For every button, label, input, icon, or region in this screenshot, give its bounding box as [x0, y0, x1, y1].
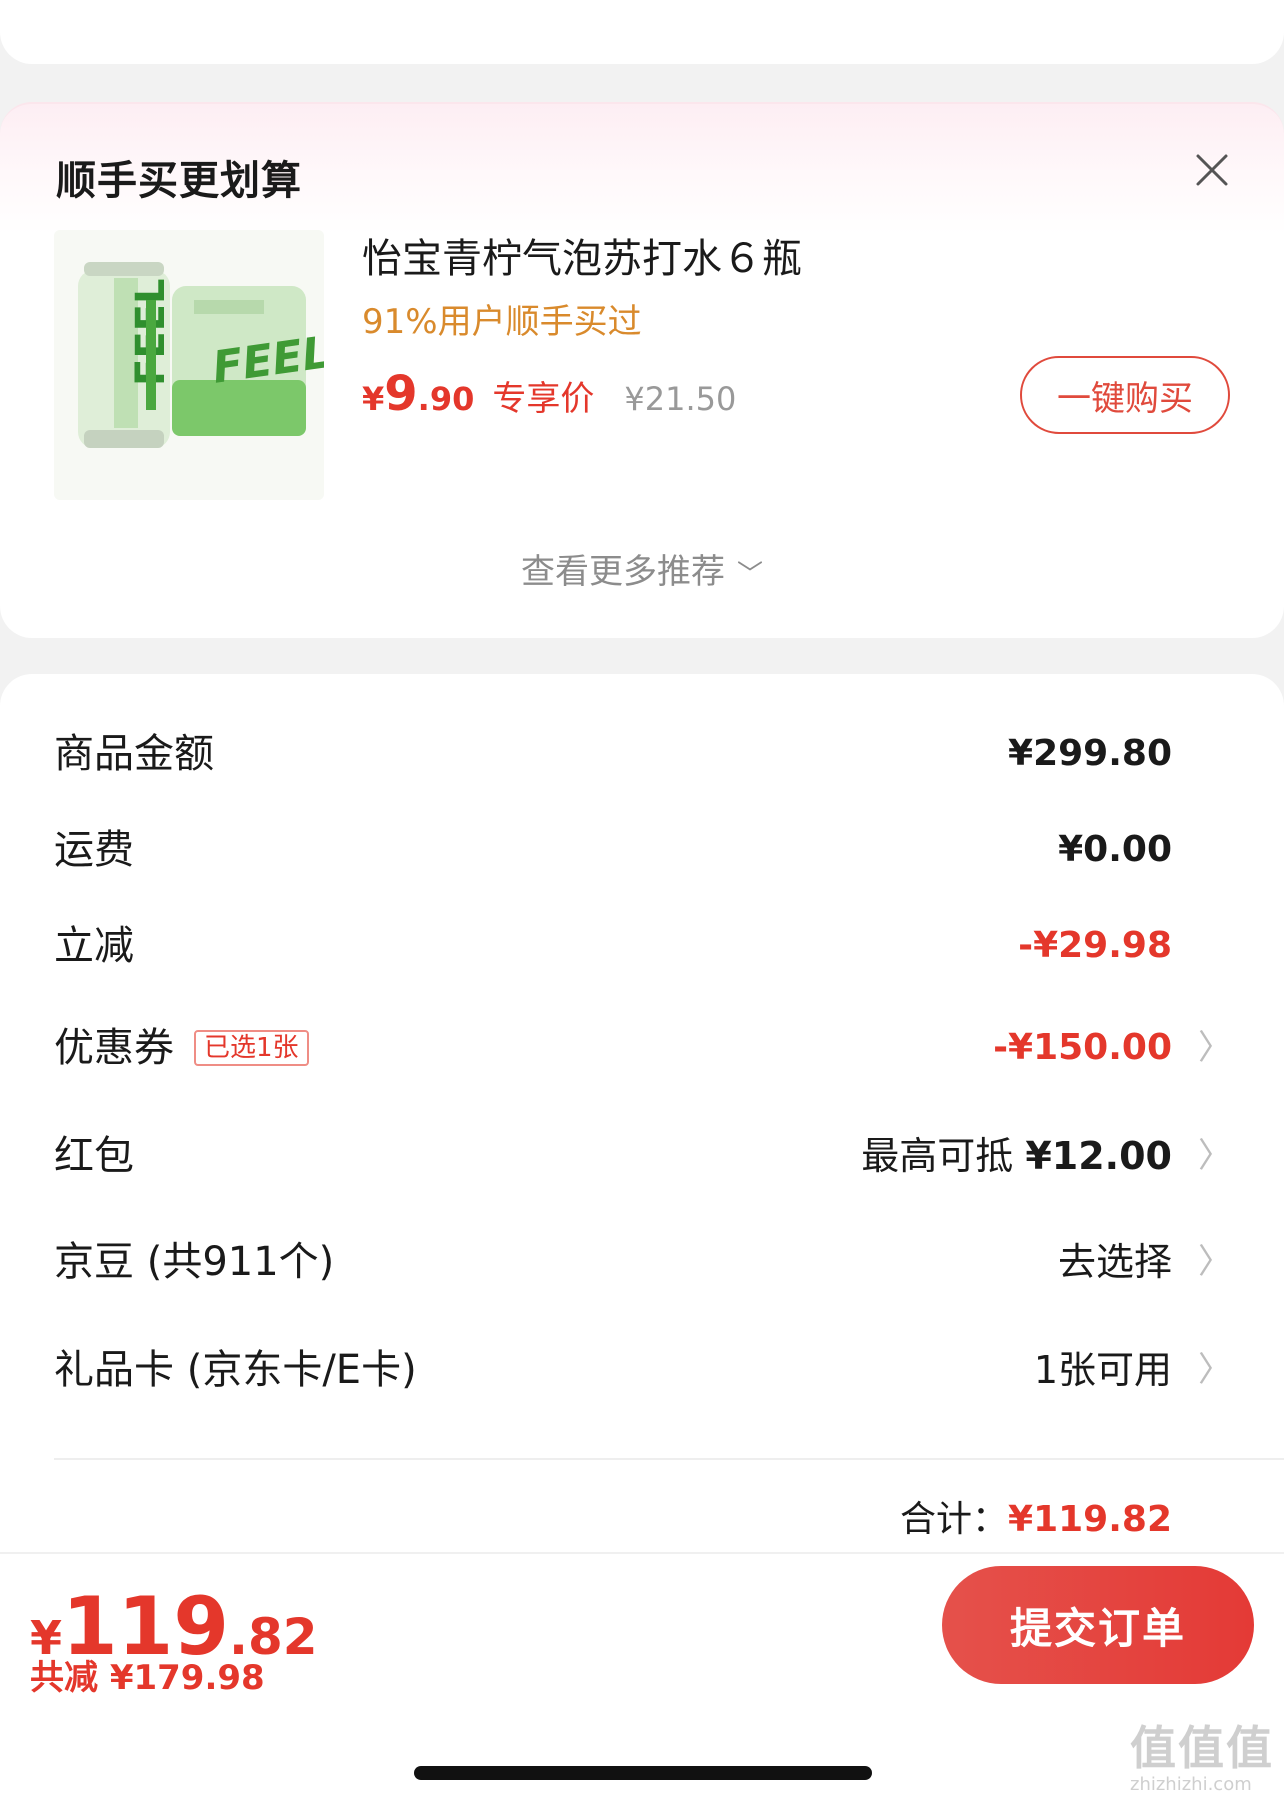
chevron-right-icon: 〉 — [1198, 1242, 1232, 1282]
watermark-logo: 值值值 — [1130, 1721, 1274, 1775]
watermark-url: zhizhizhi.com — [1130, 1774, 1252, 1795]
home-indicator[interactable] — [414, 1766, 872, 1780]
product-image[interactable]: FEEL FEEL — [54, 230, 324, 500]
row-value: ¥299.80 — [1008, 733, 1172, 774]
row-value: -¥29.98 — [1018, 925, 1172, 966]
more-recommendations-label: 查看更多推荐 — [520, 552, 725, 592]
close-icon[interactable] — [1190, 148, 1234, 192]
summary-row-shipping: 运费 ¥0.00 — [0, 810, 1284, 890]
summary-row-coupon[interactable]: 优惠券 已选1张 -¥150.00 〉 — [0, 1008, 1284, 1088]
submit-order-button[interactable]: 提交订单 — [942, 1566, 1254, 1684]
coupon-selected-badge: 已选1张 — [194, 1030, 309, 1066]
price-decimal: .90 — [417, 380, 475, 418]
summary-row-goods-amount: 商品金额 ¥299.80 — [0, 714, 1284, 794]
one-click-buy-button[interactable]: 一键购买 — [1020, 356, 1230, 434]
row-value: 去选择 — [1057, 1240, 1172, 1284]
more-recommendations-link[interactable]: 查看更多推荐 ﹀ — [0, 544, 1284, 593]
price-integer: 9 — [384, 366, 418, 422]
chevron-right-icon: 〉 — [1198, 1028, 1232, 1068]
row-label: 立减 — [54, 923, 134, 969]
divider — [54, 1458, 1284, 1460]
row-label: 红包 — [54, 1133, 134, 1179]
watermark: 值值值 zhizhizhi.com — [1130, 1722, 1280, 1802]
chevron-down-icon: ﹀ — [736, 560, 763, 590]
row-label: 京豆 (共911个) — [54, 1239, 335, 1285]
summary-row-red-packet[interactable]: 红包 最高可抵 ¥12.00 〉 — [0, 1116, 1284, 1196]
total-value: ¥119.82 — [1008, 1499, 1172, 1540]
product-popularity: 91%用户顺手买过 — [362, 302, 642, 342]
row-value: 1张可用 — [1033, 1348, 1172, 1392]
total-line: 合计：¥119.82 — [900, 1490, 1172, 1542]
product-name[interactable]: 怡宝青柠气泡苏打水６瓶 — [362, 226, 802, 284]
recommend-card: 顺手买更划算 FEEL FEEL 怡宝青柠气泡苏打水６瓶 91%用户顺手买过 ¥… — [0, 102, 1284, 638]
row-value: 最高可抵 ¥12.00 — [861, 1116, 1172, 1196]
product-price: ¥ 9 .90 专享价 ¥21.50 — [362, 366, 736, 422]
price-symbol: ¥ — [362, 380, 385, 418]
chevron-right-icon: 〉 — [1198, 1136, 1232, 1176]
row-label: 运费 — [54, 827, 134, 873]
red-packet-amount: ¥12.00 — [1025, 1134, 1172, 1178]
row-label: 优惠券 已选1张 — [54, 1008, 309, 1088]
row-label: 礼品卡 (京东卡/E卡) — [54, 1347, 417, 1393]
summary-row-gift-card[interactable]: 礼品卡 (京东卡/E卡) 1张可用 〉 — [0, 1330, 1284, 1410]
original-price: ¥21.50 — [624, 380, 737, 418]
coupon-label: 优惠券 — [54, 1025, 174, 1071]
recommend-title: 顺手买更划算 — [56, 158, 302, 204]
row-value: ¥0.00 — [1058, 829, 1172, 870]
row-value: -¥150.00 — [993, 1027, 1172, 1068]
red-packet-prefix: 最高可抵 — [861, 1134, 1014, 1178]
row-label: 商品金额 — [54, 731, 214, 777]
price-tag: 专享价 — [492, 379, 595, 419]
previous-card — [0, 0, 1284, 64]
total-label: 合计： — [900, 1499, 1009, 1540]
summary-row-jd-beans[interactable]: 京豆 (共911个) 去选择 〉 — [0, 1222, 1284, 1302]
summary-row-instant-discount: 立减 -¥29.98 — [0, 906, 1284, 986]
chevron-right-icon: 〉 — [1198, 1350, 1232, 1390]
total-saved: 共减 ¥179.98 — [30, 1658, 265, 1698]
